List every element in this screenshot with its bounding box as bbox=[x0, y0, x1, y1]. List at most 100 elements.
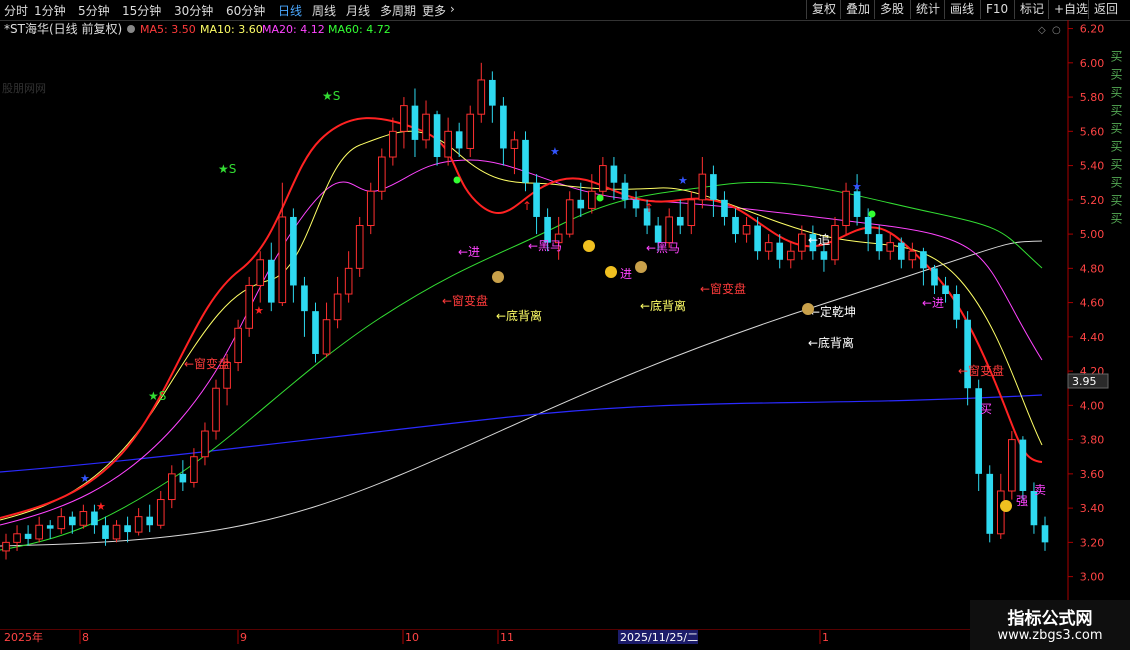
candle-up[interactable] bbox=[466, 113, 475, 149]
overlay-button[interactable]: 叠加 bbox=[840, 0, 875, 19]
candle-down[interactable] bbox=[102, 525, 109, 539]
candle-up[interactable] bbox=[786, 250, 795, 261]
candle-down[interactable] bbox=[91, 511, 98, 526]
candle-down[interactable] bbox=[931, 268, 938, 286]
period-weekly[interactable]: 周线 bbox=[312, 2, 336, 19]
candle-up[interactable] bbox=[510, 139, 519, 149]
diamond-icon[interactable]: ◇ bbox=[1038, 25, 1046, 36]
candle-up[interactable] bbox=[245, 284, 253, 329]
candle-up[interactable] bbox=[333, 293, 342, 321]
candle-down[interactable] bbox=[986, 473, 994, 534]
candle-down[interactable] bbox=[920, 251, 927, 269]
candle-down[interactable] bbox=[69, 516, 76, 526]
kline-chart[interactable]: *ST海华(日线 前复权) MA5: 3.50 MA10: 3.60 MA20:… bbox=[0, 20, 1130, 650]
period-5min[interactable]: 5分钟 bbox=[78, 2, 110, 19]
candle-down[interactable] bbox=[721, 199, 728, 217]
candle-up[interactable] bbox=[13, 533, 21, 543]
candle-down[interactable] bbox=[621, 182, 629, 200]
candle-down[interactable] bbox=[897, 242, 905, 260]
candle-up[interactable] bbox=[588, 190, 596, 209]
period-30min[interactable]: 30分钟 bbox=[174, 2, 213, 19]
candle-down[interactable] bbox=[776, 242, 784, 260]
candle-up[interactable] bbox=[665, 216, 674, 244]
more-chevron-icon[interactable]: › bbox=[450, 2, 455, 16]
candle-up[interactable] bbox=[831, 225, 839, 261]
candle-up[interactable] bbox=[35, 524, 43, 540]
candle-down[interactable] bbox=[455, 131, 463, 149]
candle-down[interactable] bbox=[632, 199, 640, 209]
back-button[interactable]: 返回 bbox=[1088, 0, 1123, 19]
candle-down[interactable] bbox=[146, 516, 154, 526]
candle-up[interactable] bbox=[190, 456, 198, 483]
candle-down[interactable] bbox=[577, 199, 585, 209]
candle-up[interactable] bbox=[444, 130, 452, 158]
candle-up[interactable] bbox=[698, 173, 707, 201]
period-1min[interactable]: 1分钟 bbox=[34, 2, 66, 19]
candle-up[interactable] bbox=[355, 225, 364, 269]
period-daily[interactable]: 日线 bbox=[278, 2, 302, 19]
fuquan-button[interactable]: 复权 bbox=[806, 0, 841, 19]
period-60min[interactable]: 60分钟 bbox=[226, 2, 265, 19]
candle-down[interactable] bbox=[875, 234, 883, 252]
candle-up[interactable] bbox=[344, 267, 353, 295]
candle-up[interactable] bbox=[1008, 439, 1016, 492]
candle-down[interactable] bbox=[290, 216, 297, 286]
candle-down[interactable] bbox=[1019, 439, 1027, 491]
add-watchlist-button[interactable]: +自选 bbox=[1048, 0, 1093, 19]
candle-up[interactable] bbox=[366, 190, 375, 227]
candle-down[interactable] bbox=[676, 216, 684, 226]
candle-down[interactable] bbox=[853, 191, 861, 217]
candle-up[interactable] bbox=[764, 242, 773, 252]
f10-button[interactable]: F10 bbox=[980, 0, 1013, 19]
candle-up[interactable] bbox=[2, 541, 10, 552]
candle-down[interactable] bbox=[312, 311, 319, 354]
menu-circle-icon[interactable]: ○ bbox=[1052, 25, 1061, 36]
candle-up[interactable] bbox=[742, 225, 751, 235]
candle-down[interactable] bbox=[522, 139, 529, 183]
multi-stock-button[interactable]: 多股 bbox=[874, 0, 909, 19]
candle-down[interactable] bbox=[124, 525, 131, 533]
mark-button[interactable]: 标记 bbox=[1014, 0, 1049, 19]
candle-down[interactable] bbox=[46, 525, 54, 529]
candle-up[interactable] bbox=[886, 242, 895, 252]
candle-up[interactable] bbox=[908, 250, 917, 261]
candle-down[interactable] bbox=[179, 473, 187, 483]
candle-up[interactable] bbox=[842, 190, 850, 227]
draw-line-button[interactable]: 画线 bbox=[944, 0, 979, 19]
candle-up[interactable] bbox=[996, 490, 1005, 535]
candle-down[interactable] bbox=[820, 251, 828, 260]
candle-up[interactable] bbox=[256, 259, 265, 286]
period-15min[interactable]: 15分钟 bbox=[122, 2, 161, 19]
candle-down[interactable] bbox=[953, 294, 960, 320]
candle-up[interactable] bbox=[134, 516, 143, 533]
candle-up[interactable] bbox=[322, 319, 331, 355]
candle-up[interactable] bbox=[422, 113, 430, 141]
candle-up[interactable] bbox=[565, 199, 574, 235]
candle-up[interactable] bbox=[278, 216, 287, 304]
candle-down[interactable] bbox=[610, 165, 618, 183]
candle-up[interactable] bbox=[201, 430, 209, 458]
period-monthly[interactable]: 月线 bbox=[346, 2, 370, 19]
candle-down[interactable] bbox=[267, 259, 275, 303]
candle-up[interactable] bbox=[112, 524, 121, 540]
candle-up[interactable] bbox=[156, 499, 165, 526]
candle-up[interactable] bbox=[79, 511, 88, 526]
candle-up[interactable] bbox=[798, 233, 806, 252]
candle-up[interactable] bbox=[57, 516, 66, 530]
dropdown-circle-icon[interactable] bbox=[127, 25, 135, 33]
candle-down[interactable] bbox=[489, 79, 496, 106]
period-more[interactable]: 更多 bbox=[422, 2, 446, 19]
candle-down[interactable] bbox=[533, 182, 540, 217]
period-fenshi[interactable]: 分时 bbox=[4, 2, 28, 19]
candle-down[interactable] bbox=[942, 285, 949, 295]
candle-up[interactable] bbox=[687, 199, 696, 227]
candle-up[interactable] bbox=[599, 165, 607, 192]
candle-down[interactable] bbox=[500, 105, 507, 149]
candle-up[interactable] bbox=[234, 327, 242, 364]
candle-up[interactable] bbox=[477, 79, 486, 115]
candle-down[interactable] bbox=[301, 285, 308, 312]
period-multi[interactable]: 多周期 bbox=[380, 2, 416, 19]
candle-up[interactable] bbox=[167, 473, 176, 501]
candle-up[interactable] bbox=[400, 105, 408, 132]
candle-down[interactable] bbox=[24, 533, 32, 539]
